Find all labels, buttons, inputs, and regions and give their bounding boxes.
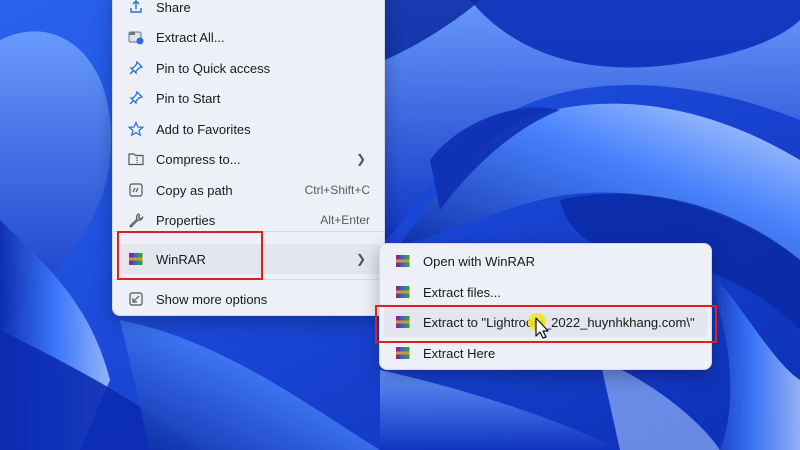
menu-item-add-favorites[interactable]: Add to Favorites — [117, 114, 380, 144]
submenu-item-extract-here[interactable]: Extract Here — [384, 338, 707, 368]
menu-separator — [113, 279, 384, 280]
menu-item-compress[interactable]: Compress to... ❯ — [117, 144, 380, 174]
menu-item-copy-path[interactable]: Copy as path Ctrl+Shift+C — [117, 175, 380, 205]
menu-item-winrar[interactable]: WinRAR ❯ — [117, 244, 380, 274]
menu-separator — [113, 231, 384, 232]
menu-item-label: Pin to Start — [156, 90, 221, 106]
menu-item-label: Extract Here — [423, 345, 496, 361]
menu-item-label: Pin to Quick access — [156, 60, 271, 76]
menu-item-label: Extract to "Lightroom_2022_huynhkhang.co… — [423, 314, 695, 330]
winrar-icon — [127, 250, 145, 268]
menu-item-label: Show more options — [156, 291, 268, 307]
shortcut-text: Ctrl+Shift+C — [304, 183, 370, 197]
submenu-item-open-with-winrar[interactable]: Open with WinRAR — [384, 246, 707, 276]
star-icon — [127, 120, 145, 138]
more-options-icon — [127, 290, 145, 308]
chevron-right-icon: ❯ — [355, 252, 366, 266]
menu-item-extract-all[interactable]: Extract All... — [117, 22, 380, 52]
menu-item-label: WinRAR — [156, 251, 206, 267]
shortcut-text: Alt+Enter — [320, 213, 370, 227]
winrar-icon — [394, 252, 412, 270]
menu-item-label: Compress to... — [156, 151, 241, 167]
menu-item-label: Extract All... — [156, 29, 225, 45]
pin-icon — [127, 89, 145, 107]
menu-item-label: Open with WinRAR — [423, 253, 535, 269]
pin-icon — [127, 59, 145, 77]
menu-item-label: Extract files... — [423, 284, 502, 300]
context-menu: Share Extract All... Pin to Quick access… — [112, 0, 385, 316]
menu-item-label: Add to Favorites — [156, 121, 251, 137]
menu-item-pin-start[interactable]: Pin to Start — [117, 83, 380, 113]
copy-path-icon — [127, 181, 145, 199]
extract-all-icon — [127, 28, 145, 46]
chevron-right-icon: ❯ — [355, 152, 366, 166]
menu-item-pin-quick-access[interactable]: Pin to Quick access — [117, 53, 380, 83]
wrench-icon — [127, 211, 145, 229]
winrar-icon — [394, 344, 412, 362]
share-icon — [127, 0, 145, 16]
folder-zip-icon — [127, 150, 145, 168]
menu-item-label: Copy as path — [156, 182, 233, 198]
submenu-item-extract-files[interactable]: Extract files... — [384, 277, 707, 307]
winrar-icon — [394, 313, 412, 331]
winrar-submenu: Open with WinRAR Extract files... Extrac… — [379, 243, 712, 370]
mouse-cursor — [527, 312, 553, 340]
menu-item-label: Properties — [156, 212, 216, 228]
winrar-icon — [394, 283, 412, 301]
menu-item-label: Share — [156, 0, 191, 15]
menu-item-show-more-options[interactable]: Show more options — [117, 284, 380, 314]
menu-item-share[interactable]: Share — [117, 0, 380, 22]
